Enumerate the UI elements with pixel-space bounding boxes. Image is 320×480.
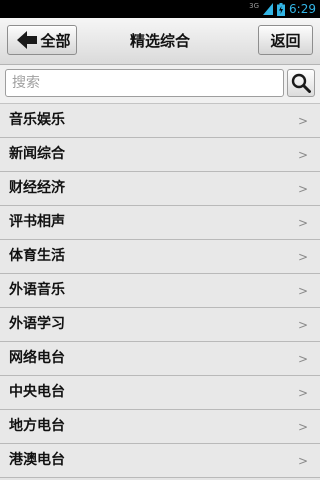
list-item[interactable]: 中央电台 > bbox=[0, 376, 320, 410]
chevron-right-icon: > bbox=[297, 386, 308, 400]
back-button-label: 全部 bbox=[40, 31, 71, 50]
list-item[interactable]: 体育生活 > bbox=[0, 240, 320, 274]
list-item-label: 中央电台 bbox=[9, 384, 65, 400]
chevron-right-icon: > bbox=[297, 114, 308, 128]
list-item[interactable]: 外语学习 > bbox=[0, 308, 320, 342]
list-item-label: 新闻综合 bbox=[9, 146, 65, 162]
list-item[interactable]: 财经经济 > bbox=[0, 172, 320, 206]
return-button[interactable]: 返回 bbox=[258, 25, 313, 55]
all-back-button[interactable]: 全部 bbox=[7, 25, 77, 55]
return-button-label: 返回 bbox=[270, 31, 301, 50]
status-bar: 3G 6:29 bbox=[0, 0, 320, 18]
list-item[interactable]: 地方电台 > bbox=[0, 410, 320, 444]
chevron-right-icon: > bbox=[297, 284, 308, 298]
list-item-label: 财经经济 bbox=[9, 180, 65, 196]
chevron-right-icon: > bbox=[297, 182, 308, 196]
page-title: 精选综合 bbox=[129, 32, 190, 50]
list-item-label: 外语音乐 bbox=[9, 282, 65, 298]
title-bar: 全部 精选综合 返回 bbox=[0, 18, 320, 65]
network-type-label: 3G bbox=[249, 1, 260, 10]
chevron-right-icon: > bbox=[297, 216, 308, 230]
chevron-right-icon: > bbox=[297, 250, 308, 264]
back-arrow-icon bbox=[17, 31, 38, 49]
list-item[interactable]: 外语音乐 > bbox=[0, 274, 320, 308]
list-item-label: 港澳电台 bbox=[9, 452, 65, 468]
list-item-label: 体育生活 bbox=[9, 248, 65, 264]
status-icons: 3G 6:29 bbox=[249, 0, 316, 18]
list-item[interactable]: 评书相声 > bbox=[0, 206, 320, 240]
chevron-right-icon: > bbox=[297, 352, 308, 366]
search-button[interactable] bbox=[287, 69, 315, 97]
list-item-label: 地方电台 bbox=[9, 418, 65, 434]
list-item[interactable]: 港澳电台 > bbox=[0, 444, 320, 478]
list-item[interactable]: 网络电台 > bbox=[0, 342, 320, 376]
list-item-label: 评书相声 bbox=[9, 214, 65, 230]
list-item-label: 音乐娱乐 bbox=[9, 112, 65, 128]
battery-charging-icon bbox=[277, 2, 286, 16]
list-item-label: 外语学习 bbox=[9, 316, 65, 332]
search-input[interactable] bbox=[5, 69, 284, 97]
chevron-right-icon: > bbox=[297, 318, 308, 332]
search-bar bbox=[0, 65, 320, 104]
category-list: 音乐娱乐 > 新闻综合 > 财经经济 > 评书相声 > 体育生活 > 外语音乐 > 外语学习 > 网络电台 >… bbox=[0, 104, 320, 478]
list-item[interactable]: 新闻综合 > bbox=[0, 138, 320, 172]
search-icon bbox=[291, 73, 311, 93]
list-item-label: 网络电台 bbox=[9, 350, 65, 366]
chevron-right-icon: > bbox=[297, 148, 308, 162]
list-item[interactable]: 音乐娱乐 > bbox=[0, 104, 320, 138]
chevron-right-icon: > bbox=[297, 454, 308, 468]
clock: 6:29 bbox=[289, 2, 316, 16]
chevron-right-icon: > bbox=[297, 420, 308, 434]
signal-strength-icon bbox=[263, 3, 274, 15]
